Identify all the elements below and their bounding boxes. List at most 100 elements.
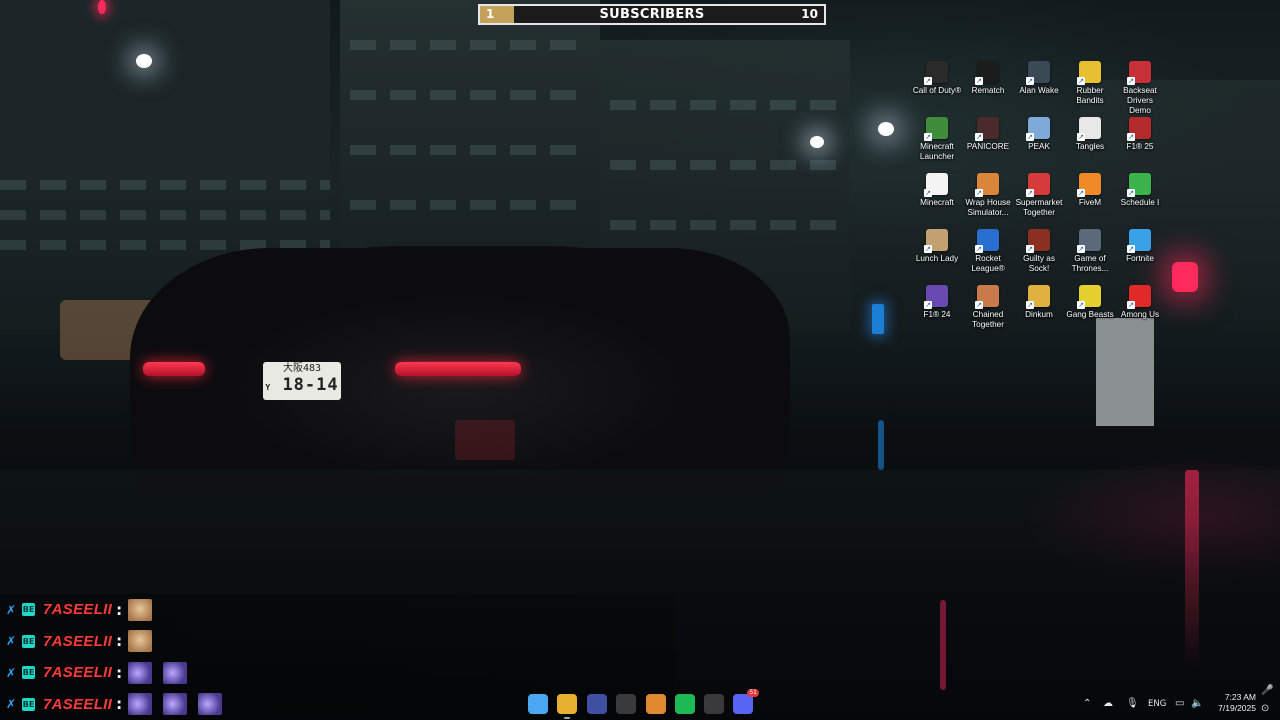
shortcut-arrow-icon: ↗ [975,77,983,85]
desktop-icon-label: Dinkum [1025,310,1053,319]
chat-username: 7ASEELII [43,664,113,682]
desktop-icon-f1-25[interactable]: ↗ F1® 25 [1115,117,1165,152]
supermarket-together-icon: ↗ [1026,173,1050,197]
desktop-icon-fortnite[interactable]: ↗ Fortnite [1115,229,1165,264]
desktop-icon-peak[interactable]: ↗ PEAK [1014,117,1064,152]
chained-together-icon: ↗ [975,285,999,309]
backseat-drivers-icon: ↗ [1127,61,1151,85]
call-of-duty-icon: ↗ [924,61,948,85]
desktop-icon-minecraft-file[interactable]: ↗ Minecraft [912,173,962,208]
subscriber-badge-icon: BE [22,603,35,617]
desktop-icon-label: Tangles [1075,142,1105,151]
desktop-icon-rocket-league[interactable]: ↗ Rocket League® [963,229,1013,274]
desktop-icon-label: Alan Wake [1019,86,1059,95]
shortcut-arrow-icon: ↗ [1077,301,1085,309]
psp-icon[interactable] [587,694,607,714]
chat-message: ✗ BE 7ASEELII: [0,594,675,626]
desktop-icon-panicore[interactable]: ↗ PANICORE [963,117,1013,152]
cloud-sync-icon[interactable]: ☁ [1103,697,1113,711]
desktop-icon-label: Wrap House Simulator... [965,198,1011,217]
desktop-icon-label: Rubber Bandits [1076,86,1104,105]
discord-notification-badge: 51 [747,689,759,697]
chat-separator: : [116,600,123,619]
discord-icon[interactable]: 51 [733,689,759,714]
shortcut-arrow-icon: ↗ [1127,133,1135,141]
shortcut-arrow-icon: ↗ [1077,133,1085,141]
gang-beasts-icon: ↗ [1077,285,1101,309]
chevron-up-icon[interactable]: ⌃ [1083,697,1091,711]
desktop-icon-wrap-house[interactable]: ↗ Wrap House Simulator... [963,173,1013,218]
plate-line2: Y 18-14 [265,375,339,395]
schedule-i-icon: ↗ [1127,173,1151,197]
desktop-icon-supermarket-together[interactable]: ↗ Supermarket Together [1014,173,1064,218]
desktop-icon-alan-wake[interactable]: ↗ Alan Wake [1014,61,1064,96]
network-icon[interactable]: ▭ [1175,697,1184,711]
obs-icon[interactable] [616,694,636,714]
desktop-icon-label: Call of Duty® [912,86,962,95]
desktop-icon-label: Minecraft Launcher [919,142,955,161]
subscriber-badge-icon: BE [22,666,35,680]
emote-face-icon [128,598,153,621]
minecraft-launcher-icon: ↗ [924,117,948,141]
notification-bell-icon[interactable]: ⊙ [1261,702,1269,716]
language-indicator[interactable]: ENG [1148,697,1166,711]
chat-separator: : [116,663,123,682]
alan-wake-icon: ↗ [1026,61,1050,85]
tangles-icon: ↗ [1077,117,1101,141]
desktop-icon-label: Backseat Drivers Demo [1123,86,1157,115]
desktop-icon-label: Supermarket Together [1015,198,1063,217]
desktop-icon-label: Chained Together [972,310,1004,329]
desktop-icon-lunch-lady[interactable]: ↗ Lunch Lady [912,229,962,264]
desktop-icon-label: Lunch Lady [915,254,959,263]
shortcut-arrow-icon: ↗ [1026,189,1034,197]
desktop-icon-game-of-thrones[interactable]: ↗ Game of Thrones... [1065,229,1115,274]
desktop-icon-guilty-as-sock[interactable]: ↗ Guilty as Sock! [1014,229,1064,274]
dinkum-icon: ↗ [1026,285,1050,309]
desktop-icon-minecraft-launcher[interactable]: ↗ Minecraft Launcher [912,117,962,162]
peak-icon: ↗ [1026,117,1050,141]
chat-username: 7ASEELII [43,632,113,650]
desktop-icon-label: Gang Beasts [1066,310,1114,319]
desktop-icon-gang-beasts[interactable]: ↗ Gang Beasts [1065,285,1115,320]
desktop-icon-label: F1® 24 [923,310,951,319]
desktop-icon-chained-together[interactable]: ↗ Chained Together [963,285,1013,330]
subscribers-label: SUBSCRIBERS [599,7,705,22]
desktop-icon-f1-24[interactable]: ↗ F1® 24 [912,285,962,320]
desktop-icon-rubber-bandits[interactable]: ↗ Rubber Bandits [1065,61,1115,106]
desktop-icon-fivem[interactable]: ↗ FiveM [1065,173,1115,208]
shortcut-arrow-icon: ↗ [1026,77,1034,85]
spotify-icon[interactable] [675,694,695,714]
clock-date: 7/19/2025 [1218,703,1256,713]
desktop-icon-among-us[interactable]: ↗ Among Us [1115,285,1165,320]
chat-separator: : [116,632,123,651]
microphone-icon[interactable]: 🎙 [1126,697,1139,711]
sword-badge-icon: ✗ [6,665,17,680]
windows-start-icon[interactable] [528,694,548,714]
flstudio-icon[interactable] [646,694,666,714]
clock-time: 7:23 AM [1224,692,1256,702]
shortcut-arrow-icon: ↗ [1127,301,1135,309]
guilty-as-sock-icon: ↗ [1026,229,1050,253]
shortcut-arrow-icon: ↗ [975,133,983,141]
plate-line1: 大阪483 [282,363,322,374]
desktop-icon-label: Guilty as Sock! [1023,254,1055,273]
chrome-icon[interactable] [557,694,577,719]
system-clock[interactable]: 7:23 AM 7/19/2025 [1218,692,1256,714]
desktop-icon-label: F1® 25 [1126,142,1154,151]
shortcut-arrow-icon: ↗ [975,301,983,309]
xbox-icon[interactable] [704,694,724,714]
shortcut-arrow-icon: ↗ [1077,245,1085,253]
desktop-icon-dinkum[interactable]: ↗ Dinkum [1014,285,1064,320]
desktop-icon-tangles[interactable]: ↗ Tangles [1065,117,1115,152]
desktop-icon-call-of-duty[interactable]: ↗ Call of Duty® [912,61,962,96]
shortcut-arrow-icon: ↗ [924,245,932,253]
sword-badge-icon: ✗ [6,634,17,649]
desktop-icon-schedule-i[interactable]: ↗ Schedule I [1115,173,1165,208]
rematch-icon: ↗ [975,61,999,85]
volume-icon[interactable]: 🔈 [1191,697,1203,711]
desktop-icon-rematch[interactable]: ↗ Rematch [963,61,1013,96]
shortcut-arrow-icon: ↗ [1077,77,1085,85]
license-plate: 大阪483 Y 18-14 [263,362,341,400]
desktop-icon-backseat-drivers[interactable]: ↗ Backseat Drivers Demo [1115,61,1165,116]
chat-message: ✗ BE 7ASEELII: [0,657,675,689]
